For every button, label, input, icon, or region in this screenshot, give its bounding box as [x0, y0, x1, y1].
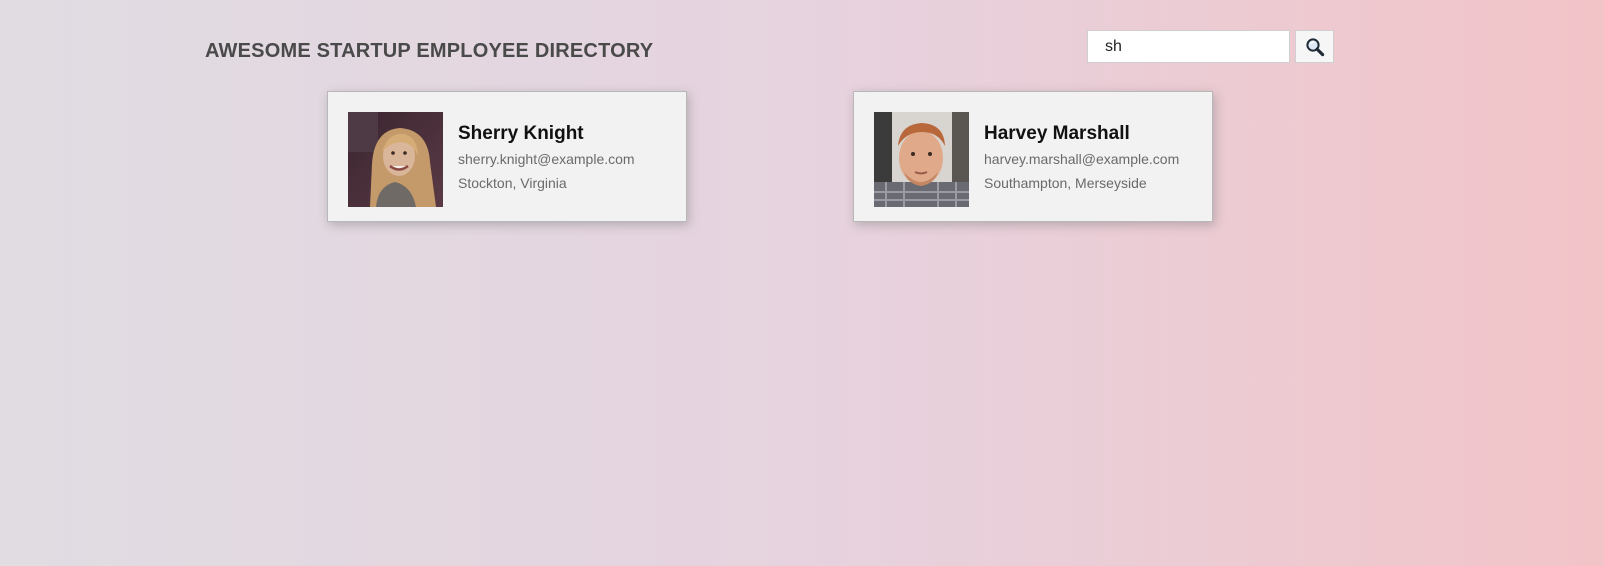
- employee-name: Sherry Knight: [458, 123, 584, 144]
- employee-location: Southampton, Merseyside: [984, 175, 1147, 191]
- employee-email: harvey.marshall@example.com: [984, 151, 1180, 167]
- employee-location: Stockton, Virginia: [458, 175, 567, 191]
- avatar: [348, 112, 443, 207]
- magnifying-glass-icon: [1305, 37, 1324, 56]
- employee-card[interactable]: Sherry Knight sherry.knight@example.com …: [327, 91, 687, 222]
- search-button[interactable]: [1295, 30, 1334, 63]
- employee-info: Sherry Knight sherry.knight@example.com …: [458, 123, 635, 192]
- avatar: [874, 112, 969, 207]
- employee-email: sherry.knight@example.com: [458, 151, 635, 167]
- employee-card[interactable]: Harvey Marshall harvey.marshall@example.…: [853, 91, 1213, 222]
- employee-name: Harvey Marshall: [984, 123, 1130, 144]
- employee-info: Harvey Marshall harvey.marshall@example.…: [984, 123, 1179, 192]
- search-input[interactable]: [1087, 30, 1290, 63]
- search-form: [1087, 30, 1334, 63]
- page-title: AWESOME STARTUP EMPLOYEE DIRECTORY: [205, 40, 654, 62]
